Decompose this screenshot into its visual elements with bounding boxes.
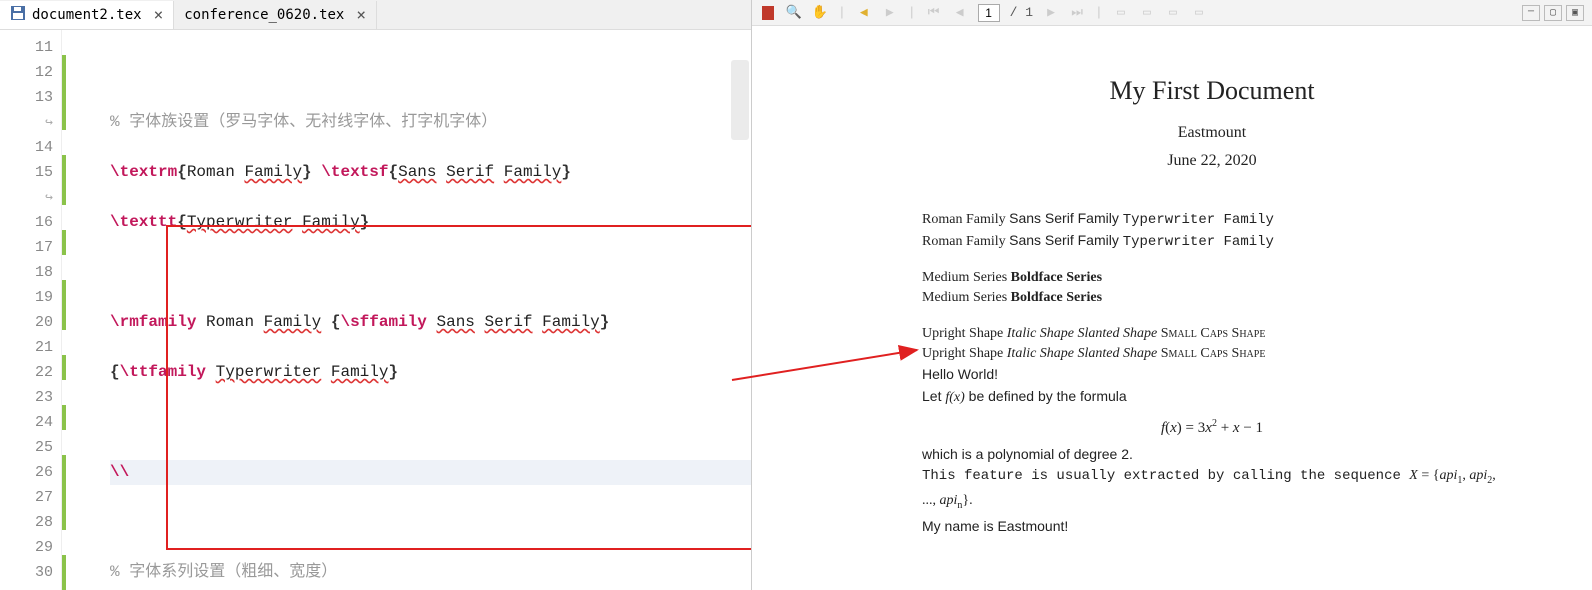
tab-label: document2.tex (32, 7, 142, 23)
tab-conference[interactable]: conference_0620.tex × (174, 1, 377, 29)
pdf-page: My First Document Eastmount June 22, 202… (752, 26, 1592, 590)
search-icon[interactable]: 🔍 (786, 5, 802, 21)
layout-facing-icon[interactable]: ▭ (1165, 5, 1181, 21)
next-page-icon[interactable]: ▶ (1043, 5, 1059, 21)
close-button[interactable]: ▣ (1566, 5, 1584, 21)
doc-date: June 22, 2020 (922, 152, 1502, 170)
editor-body[interactable]: 11 12 13 ↪ 14 15 ↪ 16 17 18 19 20 21 22 … (0, 30, 751, 590)
tab-bar: document2.tex × conference_0620.tex × (0, 0, 751, 30)
code-area[interactable]: % 字体族设置（罗马字体、无衬线字体、打字机字体） \textrm{Roman … (66, 30, 751, 590)
tab-label: conference_0620.tex (184, 7, 344, 23)
first-page-icon[interactable]: ⏮ (926, 5, 942, 21)
hand-icon[interactable]: ✋ (812, 5, 828, 21)
hello-text: Hello World! (922, 366, 998, 382)
save-icon (10, 5, 26, 25)
font-family-block: Roman Family Sans Serif Family Typerwrit… (922, 208, 1502, 252)
last-page-icon[interactable]: ⏭ (1069, 5, 1085, 21)
minimize-button[interactable]: ─ (1522, 5, 1540, 21)
prev-page-icon[interactable]: ◀ (952, 5, 968, 21)
line-number-gutter: 11 12 13 ↪ 14 15 ↪ 16 17 18 19 20 21 22 … (0, 30, 62, 590)
formula: f(x) = 3x2 + x − 1 (922, 414, 1502, 438)
editor-pane: document2.tex × conference_0620.tex × 11… (0, 0, 752, 590)
font-series-block: Medium Series Boldface Series Medium Ser… (922, 268, 1502, 308)
forward-icon[interactable]: ▶ (882, 5, 898, 21)
page-number-input[interactable] (978, 4, 1000, 22)
pdf-page-area[interactable]: My First Document Eastmount June 22, 202… (752, 26, 1592, 590)
layout-single-icon[interactable]: ▭ (1113, 5, 1129, 21)
layout-continuous-icon[interactable]: ▭ (1139, 5, 1155, 21)
pdf-viewer-pane: 🔍 ✋ | ◀ ▶ | ⏮ ◀ / 1 ▶ ⏭ | ▭ ▭ ▭ ▭ ─ ▢ ▣ (752, 0, 1592, 590)
scrollbar[interactable] (731, 60, 749, 140)
close-icon[interactable]: × (356, 5, 366, 24)
page-total: / 1 (1010, 5, 1033, 20)
font-shape-block: Upright Shape Italic Shape Slanted Shape… (922, 324, 1502, 538)
viewer-toolbar: 🔍 ✋ | ◀ ▶ | ⏮ ◀ / 1 ▶ ⏭ | ▭ ▭ ▭ ▭ ─ ▢ ▣ (752, 0, 1592, 26)
back-icon[interactable]: ◀ (856, 5, 872, 21)
doc-title: My First Document (922, 76, 1502, 106)
maximize-button[interactable]: ▢ (1544, 5, 1562, 21)
pdf-icon (760, 5, 776, 21)
layout-book-icon[interactable]: ▭ (1191, 5, 1207, 21)
doc-author: Eastmount (922, 124, 1502, 142)
tab-document2[interactable]: document2.tex × (0, 1, 174, 29)
close-icon[interactable]: × (154, 5, 164, 24)
window-controls: ─ ▢ ▣ (1522, 5, 1584, 21)
